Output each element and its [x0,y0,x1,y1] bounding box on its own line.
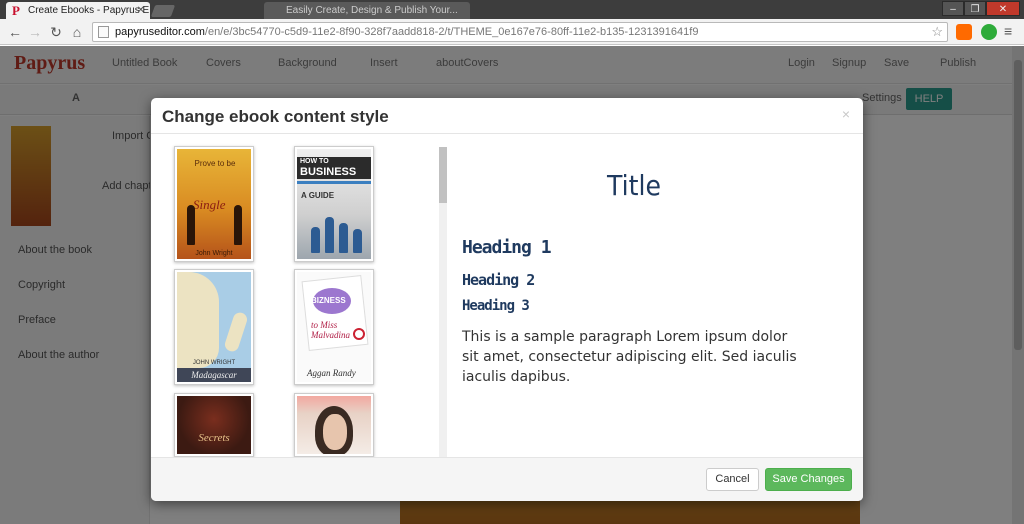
cover-art: Prove to be Single John Wright [177,149,251,259]
cancel-button[interactable]: Cancel [706,468,759,491]
close-icon[interactable]: ✕ [986,1,1020,16]
cover-text: Prove to be [194,159,236,168]
chess-piece-icon [353,229,362,253]
chess-piece-icon [311,227,320,253]
preview-paragraph: This is a sample paragraph Lorem ipsum d… [462,329,797,385]
theme-thumbnail-madagascar[interactable]: JOHN WRIGHT Madagascar [174,269,254,385]
cover-word: Secrets [198,432,230,444]
tab-papyrus-home[interactable]: Easily Create, Design & Publish Your... [264,2,470,19]
change-style-modal: Change ebook content style × Prove to be… [151,98,863,501]
forward-icon[interactable]: → [26,23,44,41]
cover-word: Single [193,197,226,212]
theme-list-scrollbar[interactable] [439,147,447,457]
maximize-icon[interactable]: ❐ [964,1,986,16]
cover-art: Secrets [177,396,251,454]
chrome-menu-icon[interactable]: ≡ [1004,23,1012,39]
cover-art: JOHN WRIGHT Madagascar [177,272,251,382]
home-icon[interactable]: ⌂ [68,23,86,41]
modal-title: Change ebook content style [162,107,389,126]
theme-list: Prove to be Single John Wright HOW TO BU… [151,135,447,457]
browser-titlebar: P Create Ebooks - Papyrus E ✕ Easily Cre… [0,0,1024,19]
minimize-icon[interactable]: – [942,1,964,16]
preview-title: Title [607,169,661,202]
map-island [223,310,249,354]
url-path: /en/e/3bc54770-c5d9-11e2-8f90-328f7aadd8… [204,26,699,38]
theme-thumbnail-single[interactable]: Prove to be Single John Wright [174,146,254,262]
browser-toolbar: ← → ↻ ⌂ papyruseditor.com/en/e/3bc54770-… [0,19,1024,45]
tab-title: Create Ebooks - Papyrus E [28,5,150,16]
papyrus-favicon-icon: P [12,3,20,18]
preview-heading-1: Heading 1 [462,237,552,258]
style-preview: Title Heading 1 Heading 2 Heading 3 This… [447,135,863,457]
soundcloud-icon[interactable] [956,24,972,40]
tab-close-icon[interactable]: ✕ [137,2,145,19]
stamp-icon [353,328,365,340]
bookmark-star-icon[interactable]: ☆ [931,23,943,41]
chess-piece-icon [325,217,334,253]
cover-text: HOW TO [300,158,329,165]
chess-piece-icon [339,223,348,253]
cover-word: BIZNESS [311,296,346,305]
theme-thumbnail-portrait[interactable] [294,393,374,457]
reload-icon[interactable]: ↻ [47,23,65,41]
address-bar[interactable]: papyruseditor.com/en/e/3bc54770-c5d9-11e… [92,22,948,42]
page-icon [98,26,109,38]
preview-heading-3: Heading 3 [462,298,530,314]
modal-footer: Cancel Save Changes [151,457,863,501]
tab-create-ebooks[interactable]: P Create Ebooks - Papyrus E ✕ [6,2,150,19]
close-icon[interactable]: × [842,106,850,122]
silhouette [187,205,195,245]
back-icon[interactable]: ← [6,23,24,41]
evernote-icon[interactable] [981,24,997,40]
cover-word: BUSINESS [300,166,357,178]
cover-art: BIZNESS to Miss Malvadina Aggan Randy [297,272,371,382]
portrait-face [323,414,347,450]
cover-author: Aggan Randy [307,368,356,378]
new-tab-button[interactable] [150,5,176,17]
theme-list-scrollbar-thumb[interactable] [439,147,447,203]
cover-author: John Wright [195,250,233,257]
modal-body: Prove to be Single John Wright HOW TO BU… [151,135,863,457]
url-domain: papyruseditor.com [115,26,205,38]
cover-art [297,396,371,454]
cover-title: Madagascar [177,368,251,382]
save-changes-button[interactable]: Save Changes [765,468,852,491]
theme-thumbnail-secrets[interactable]: Secrets [174,393,254,457]
tab-title: Easily Create, Design & Publish Your... [286,5,458,16]
cover-art: HOW TO BUSINESS A GUIDE [297,149,371,259]
modal-header: Change ebook content style × [151,98,863,134]
theme-thumbnail-bizness[interactable]: BIZNESS to Miss Malvadina Aggan Randy [294,269,374,385]
cover-subtitle: A GUIDE [301,191,335,200]
silhouette [234,205,242,245]
preview-heading-2: Heading 2 [462,271,535,289]
cover-stripe [297,181,371,184]
map-land [177,272,219,368]
theme-thumbnail-business[interactable]: HOW TO BUSINESS A GUIDE [294,146,374,262]
cover-author: JOHN WRIGHT [192,360,236,366]
